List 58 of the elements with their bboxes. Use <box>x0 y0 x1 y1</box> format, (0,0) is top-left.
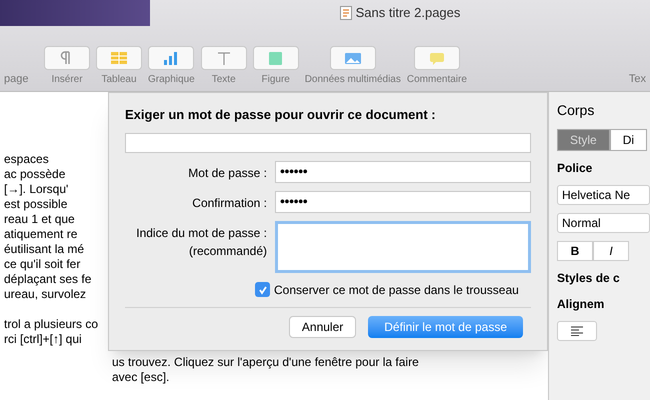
font-style-dropdown[interactable]: Normal <box>557 213 650 233</box>
cancel-button[interactable]: Annuler <box>288 316 356 338</box>
document-text: est possible <box>4 197 68 212</box>
input-field[interactable] <box>125 132 531 152</box>
checkmark-icon <box>258 284 268 294</box>
square-button[interactable] <box>252 46 299 70</box>
document-text: ureau, survolez <box>4 287 88 302</box>
table-icon <box>109 50 129 66</box>
section-heading: Alignem <box>557 296 606 313</box>
toolbar-label: Tex <box>628 72 646 86</box>
checkbox[interactable] <box>255 282 270 297</box>
field-label: Indice du mot de passe : <box>136 224 267 242</box>
section-heading: Police <box>557 160 594 177</box>
document-text: atiquement re <box>4 227 78 242</box>
hint-text-area[interactable] <box>275 220 531 272</box>
align-left-button[interactable] <box>557 321 597 341</box>
table-button[interactable] <box>96 46 142 70</box>
password-field[interactable]: •••••• <box>275 160 531 182</box>
dialog-heading: Exiger un mot de passe pour ouvrir ce document : <box>125 106 436 124</box>
document-text: avec [esc]. <box>112 370 170 384</box>
bar-chart-button[interactable] <box>148 46 194 70</box>
image-button[interactable] <box>330 46 376 70</box>
document-text: rci [ctrl]+[↑] qui <box>4 332 83 347</box>
text-style-button[interactable]: B <box>557 241 593 261</box>
field-label: Mot de passe : <box>188 164 267 182</box>
document-text: déplaçant ses fe <box>4 272 92 287</box>
password-field[interactable]: •••••• <box>275 190 531 212</box>
document-text: trol a plusieurs co <box>4 317 100 332</box>
section-heading: Styles de c <box>557 270 621 287</box>
pilcrow-button[interactable] <box>44 46 90 70</box>
toolbar-label: Commentaire <box>406 73 467 87</box>
toolbar-label: Insérer <box>51 73 83 87</box>
document-text: us trouvez. Cliquez sur l'aperçu d'une fenêtre pour la faire <box>112 354 420 370</box>
toolbar-label: Graphique <box>148 73 195 87</box>
comment-button[interactable] <box>414 46 460 70</box>
font-name-dropdown[interactable]: Helvetica Ne <box>557 185 650 205</box>
inspector-tab[interactable]: Di <box>610 129 648 151</box>
document-icon <box>340 6 352 20</box>
document-text: ac possède <box>4 167 66 182</box>
toolbar-label: page <box>4 72 30 86</box>
image-icon <box>342 50 363 66</box>
document-text: espaces <box>4 152 50 167</box>
toolbar-label: Texte <box>212 73 236 87</box>
text-button[interactable] <box>200 46 247 70</box>
document-text: éutilisant la mé <box>4 242 86 257</box>
window-title: Sans titre 2.pages <box>356 4 460 22</box>
toolbar-label: Données multimédias <box>304 73 401 87</box>
field-label: (recommandé) <box>188 242 267 260</box>
toolbar-label: Tableau <box>101 73 137 87</box>
paragraph-style-name: Corps <box>557 101 596 120</box>
document-text: [→]. Lorsqu' <box>4 182 70 197</box>
checkbox-label: Conserver ce mot de passe dans le trousseau <box>274 282 519 298</box>
document-text: ce qu'il soit fer <box>4 257 82 272</box>
field-label: Confirmation : <box>192 194 267 212</box>
text-style-button[interactable]: I <box>593 241 629 261</box>
document-text: reau 1 et que <box>4 212 76 227</box>
toolbar-label: Figure <box>262 73 290 87</box>
align-left-icon <box>571 326 583 336</box>
